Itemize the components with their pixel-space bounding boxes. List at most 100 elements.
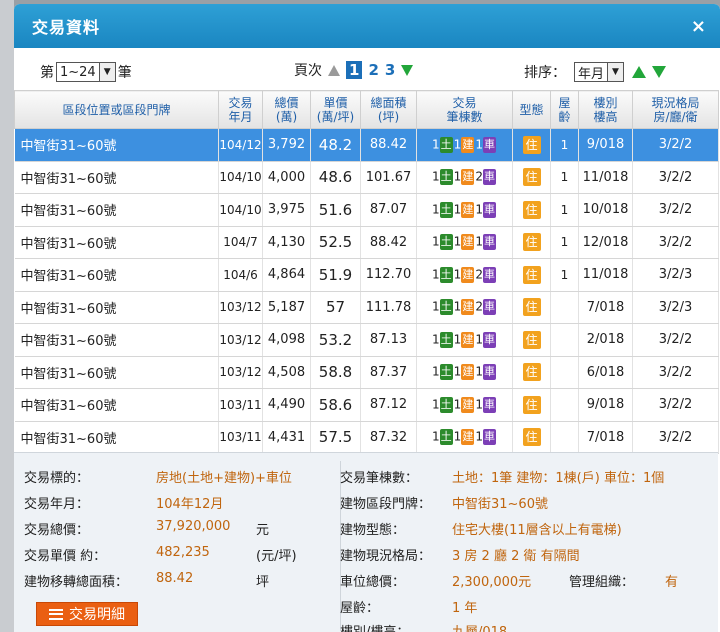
range-select[interactable]: 1~24 ▼ — [56, 62, 116, 82]
car-count: 2 — [475, 267, 483, 282]
row-type: 住 — [512, 226, 551, 259]
row-age — [550, 388, 579, 422]
row-type: 住 — [512, 128, 551, 162]
building-count: 1 — [453, 397, 462, 412]
row-date: 104/10 — [218, 193, 263, 227]
col-layout[interactable]: 現況格局 房/廳/衛 — [632, 90, 719, 129]
row-total: 4,000 — [262, 161, 311, 194]
col-age[interactable]: 屋齡 — [550, 90, 579, 129]
row-layout: 3/2/2 — [632, 226, 719, 259]
table-row[interactable]: 中智街31~60號 103/11 4,431 57.5 87.32 1土 1建 1車住 7/01… — [14, 421, 719, 454]
row-floor: 2/018 — [578, 323, 633, 357]
row-count: 1土 1建 1車 — [416, 356, 513, 389]
sort-descending-icon[interactable] — [652, 66, 667, 78]
car-count: 1 — [475, 137, 483, 152]
building-icon: 建 — [461, 234, 475, 251]
unit-value: 482,235 — [156, 545, 210, 560]
row-count: 1土 1建 1車 — [416, 323, 513, 357]
table-row[interactable]: 中智街31~60號 103/12 4,098 53.2 87.13 1土 1建 1車住 2/01… — [14, 323, 719, 357]
building-icon: 建 — [461, 331, 475, 348]
row-age — [550, 291, 579, 324]
row-total: 4,098 — [262, 323, 311, 357]
transaction-detail-button[interactable]: 交易明細 — [36, 602, 138, 626]
page-2[interactable]: 2 — [368, 61, 378, 79]
row-address: 中智街31~60號 — [14, 193, 219, 227]
row-floor: 10/018 — [578, 193, 633, 227]
table-header: 區段位置或區段門牌 交易 年月 總價 (萬) 單價 (萬/坪) 總面積 (坪) 交易 筆棟… — [14, 90, 719, 129]
car-count: 1 — [475, 429, 483, 444]
col-type[interactable]: 型態 — [512, 90, 551, 129]
col-address[interactable]: 區段位置或區段門牌 — [14, 90, 219, 129]
total-unit: 元 — [256, 523, 270, 538]
sort-select[interactable]: 年月 ▼ — [574, 62, 625, 82]
land-icon: 土 — [439, 299, 453, 316]
row-total: 4,130 — [262, 226, 311, 259]
row-floor: 11/018 — [578, 258, 633, 292]
col-area[interactable]: 總面積 (坪) — [360, 90, 417, 129]
col-count[interactable]: 交易 筆棟數 — [416, 90, 513, 129]
car-count: 1 — [475, 397, 483, 412]
floor-label: 樓別/樓高： — [340, 621, 409, 632]
sort-ascending-icon[interactable] — [632, 66, 647, 78]
total-value: 37,920,000 — [156, 519, 231, 534]
table-row[interactable]: 中智街31~60號 104/7 4,130 52.5 88.42 1土 1建 1車住 1 12/0… — [14, 226, 719, 259]
row-area: 112.70 — [360, 258, 417, 292]
row-age — [550, 356, 579, 389]
car-icon: 車 — [482, 331, 496, 348]
building-count: 1 — [453, 267, 462, 282]
pages-label: 頁次 — [294, 63, 322, 79]
row-unit-price: 51.6 — [310, 193, 361, 227]
car-count: 1 — [475, 202, 483, 217]
row-type: 住 — [512, 258, 551, 292]
row-type: 住 — [512, 356, 551, 389]
area-label: 建物移轉總面積： — [24, 575, 129, 590]
row-type: 住 — [512, 388, 551, 422]
row-total: 4,864 — [262, 258, 311, 292]
date-value: 104年12月 — [156, 497, 224, 512]
table-row[interactable]: 中智街31~60號 104/10 4,000 48.6 101.67 1土 1建 2車住 1 11… — [14, 161, 719, 194]
row-layout: 3/2/2 — [632, 356, 719, 389]
row-date: 103/11 — [218, 388, 263, 422]
page-3[interactable]: 3 — [385, 61, 395, 79]
row-floor: 12/018 — [578, 226, 633, 259]
row-layout: 3/2/2 — [632, 161, 719, 194]
building-count: 1 — [453, 169, 462, 184]
dialog-titlebar: 交易資料 × — [14, 4, 720, 48]
table-row[interactable]: 中智街31~60號 104/6 4,864 51.9 112.70 1土 1建 2車住 1 11/… — [14, 258, 719, 292]
prev-page-icon[interactable] — [328, 64, 340, 76]
row-date: 103/12 — [218, 323, 263, 357]
table-row[interactable]: 中智街31~60號 104/12 3,792 48.2 88.42 1土 1建 1車住 1 9/0… — [14, 128, 719, 162]
table-row[interactable]: 中智街31~60號 103/12 5,187 57 111.78 1土 1建 2車住 7/018… — [14, 291, 719, 324]
row-date: 104/7 — [218, 226, 263, 259]
row-count: 1土 1建 1車 — [416, 421, 513, 454]
col-floor[interactable]: 樓別 樓高 — [578, 90, 633, 129]
table-row[interactable]: 中智街31~60號 103/11 4,490 58.6 87.12 1土 1建 1車住 9/01… — [14, 388, 719, 422]
building-icon: 建 — [461, 364, 475, 381]
col-unit-price[interactable]: 單價 (萬/坪) — [310, 90, 361, 129]
residential-icon: 住 — [522, 233, 541, 252]
table-row[interactable]: 中智街31~60號 103/12 4,508 58.8 87.37 1土 1建 1車住 6/01… — [14, 356, 719, 389]
page-1[interactable]: 1 — [346, 61, 363, 79]
car-count: 1 — [475, 234, 483, 249]
row-address: 中智街31~60號 — [14, 258, 219, 292]
residential-icon: 住 — [522, 363, 541, 382]
next-page-icon[interactable] — [401, 64, 414, 76]
residential-icon: 住 — [522, 330, 541, 349]
close-icon[interactable]: × — [691, 16, 706, 37]
table-row[interactable]: 中智街31~60號 104/10 3,975 51.6 87.07 1土 1建 1車住 1 10/… — [14, 193, 719, 227]
management-value: 有 — [665, 575, 679, 590]
col-total[interactable]: 總價 (萬) — [262, 90, 311, 129]
address-label: 建物區段門牌： — [340, 497, 432, 512]
row-date: 103/11 — [218, 421, 263, 454]
row-age — [550, 323, 579, 357]
row-date: 104/12 — [218, 128, 263, 162]
col-date[interactable]: 交易 年月 — [218, 90, 263, 129]
row-unit-price: 53.2 — [310, 323, 361, 357]
row-total: 3,792 — [262, 128, 311, 162]
car-icon: 車 — [482, 201, 496, 218]
management-label: 管理組織： — [569, 575, 635, 590]
building-icon: 建 — [461, 299, 475, 316]
row-floor: 9/018 — [578, 128, 633, 162]
car-icon: 車 — [482, 136, 496, 153]
land-icon: 土 — [439, 396, 453, 413]
